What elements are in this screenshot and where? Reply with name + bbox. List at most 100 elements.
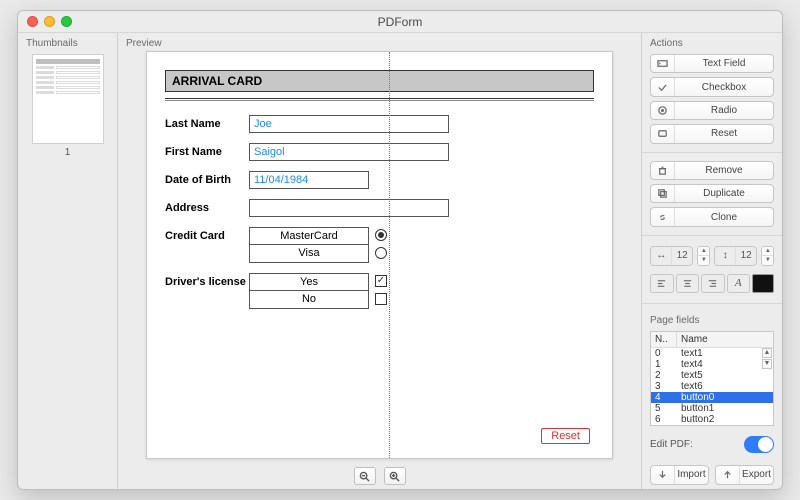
input-dob[interactable] [249,171,369,189]
duplicate-label: Duplicate [675,188,773,199]
align-right-icon [707,278,718,289]
edit-pdf-toggle[interactable] [744,436,774,453]
reset-icon [657,128,668,139]
option-yes[interactable]: Yes [250,274,368,291]
reset-button[interactable]: Reset [541,428,590,444]
option-mastercard[interactable]: MasterCard [250,228,368,245]
col-number: N.. [651,332,677,347]
clone-button[interactable]: Clone [650,207,774,226]
add-reset-button[interactable]: Reset [650,124,774,143]
align-center-icon [682,278,693,289]
radio-mastercard[interactable] [375,229,387,241]
align-right-button[interactable] [701,274,725,293]
import-button[interactable]: Import [650,465,709,485]
form-title: ARRIVAL CARD [165,70,594,92]
thumbnails-label: Thumbnails [18,33,117,52]
col-name: Name [677,332,773,347]
remove-button[interactable]: Remove [650,161,774,180]
field-row[interactable]: 4button0 [651,392,773,403]
textfield-icon [657,58,668,69]
download-icon [657,469,668,480]
height-value: 12 [735,247,755,265]
field-row[interactable]: 0text1 [651,348,773,359]
credit-card-options: MasterCard Visa [249,227,369,263]
height-control[interactable]: ↕12 [714,246,757,266]
preview-label: Preview [118,33,641,52]
divider [165,98,594,99]
actions-panel: Actions Text Field Checkbox Radio Reset … [642,33,782,489]
titlebar: PDForm [18,11,782,33]
label-license: Driver's license [165,273,249,288]
font-button[interactable]: A [727,274,751,293]
actions-label: Actions [642,33,782,52]
clone-label: Clone [675,212,773,223]
edit-pdf-label: Edit PDF: [650,439,693,450]
remove-label: Remove [675,165,773,176]
arrows-horizontal-icon: ↔ [651,247,671,265]
option-no[interactable]: No [250,291,368,308]
align-left-button[interactable] [650,274,674,293]
scroll-down-icon[interactable]: ▼ [762,359,772,369]
preview-panel: Preview ARRIVAL CARD Last Name First Nam… [118,33,642,489]
upload-icon [722,469,733,480]
field-row[interactable]: 3text6 [651,381,773,392]
height-stepper[interactable]: ▲▼ [761,246,774,266]
scroll-up-icon[interactable]: ▲ [762,348,772,358]
color-swatch[interactable] [752,274,774,293]
page-fields-table[interactable]: N..Name 0text11text42text53text64button0… [650,331,774,426]
export-label: Export [740,469,773,480]
field-row[interactable]: 6button2 [651,414,773,425]
add-radio-button[interactable]: Radio [650,101,774,120]
zoom-out-button[interactable] [354,467,376,485]
zoom-out-icon [359,471,370,482]
link-icon [657,212,668,223]
field-row[interactable]: 2text5 [651,370,773,381]
input-first-name[interactable] [249,143,449,161]
add-reset-label: Reset [675,128,773,139]
add-textfield-button[interactable]: Text Field [650,54,774,73]
page-thumbnail[interactable] [32,54,104,144]
label-address: Address [165,199,249,214]
export-button[interactable]: Export [715,465,774,485]
license-options: Yes No [249,273,369,309]
input-last-name[interactable] [249,115,449,133]
label-last-name: Last Name [165,115,249,130]
option-visa[interactable]: Visa [250,245,368,262]
label-dob: Date of Birth [165,171,249,186]
page-canvas[interactable]: ARRIVAL CARD Last Name First Name Date o… [146,51,613,459]
field-row[interactable]: 5button1 [651,403,773,414]
zoom-in-icon [389,471,400,482]
app-window: PDForm Thumbnails 1 Preview ARRIVAL CARD [17,10,783,490]
arrows-vertical-icon: ↕ [715,247,735,265]
width-value: 12 [671,247,691,265]
zoom-in-button[interactable] [384,467,406,485]
trash-icon [657,165,668,176]
duplicate-button[interactable]: Duplicate [650,184,774,203]
add-checkbox-button[interactable]: Checkbox [650,77,774,96]
window-title: PDForm [18,15,782,29]
page-fields-label: Page fields [642,310,782,329]
radio-visa[interactable] [375,247,387,259]
check-yes[interactable] [375,275,387,287]
import-label: Import [675,469,708,480]
align-left-icon [656,278,667,289]
divider [165,100,594,101]
label-credit-card: Credit Card [165,227,249,242]
add-radio-label: Radio [675,105,773,116]
add-checkbox-label: Checkbox [675,82,773,93]
width-stepper[interactable]: ▲▼ [697,246,710,266]
duplicate-icon [657,188,668,199]
width-control[interactable]: ↔12 [650,246,693,266]
radio-icon [657,105,668,116]
add-textfield-label: Text Field [675,58,773,69]
content: Thumbnails 1 Preview ARRIVAL CARD [18,33,782,489]
thumbnails-panel: Thumbnails 1 [18,33,118,489]
check-no[interactable] [375,293,387,305]
checkbox-icon [657,82,668,93]
input-address[interactable] [249,199,449,217]
field-row[interactable]: 1text4 [651,359,773,370]
align-center-button[interactable] [676,274,700,293]
thumbnail-page-number: 1 [18,147,117,158]
label-first-name: First Name [165,143,249,158]
font-icon: A [735,277,742,289]
